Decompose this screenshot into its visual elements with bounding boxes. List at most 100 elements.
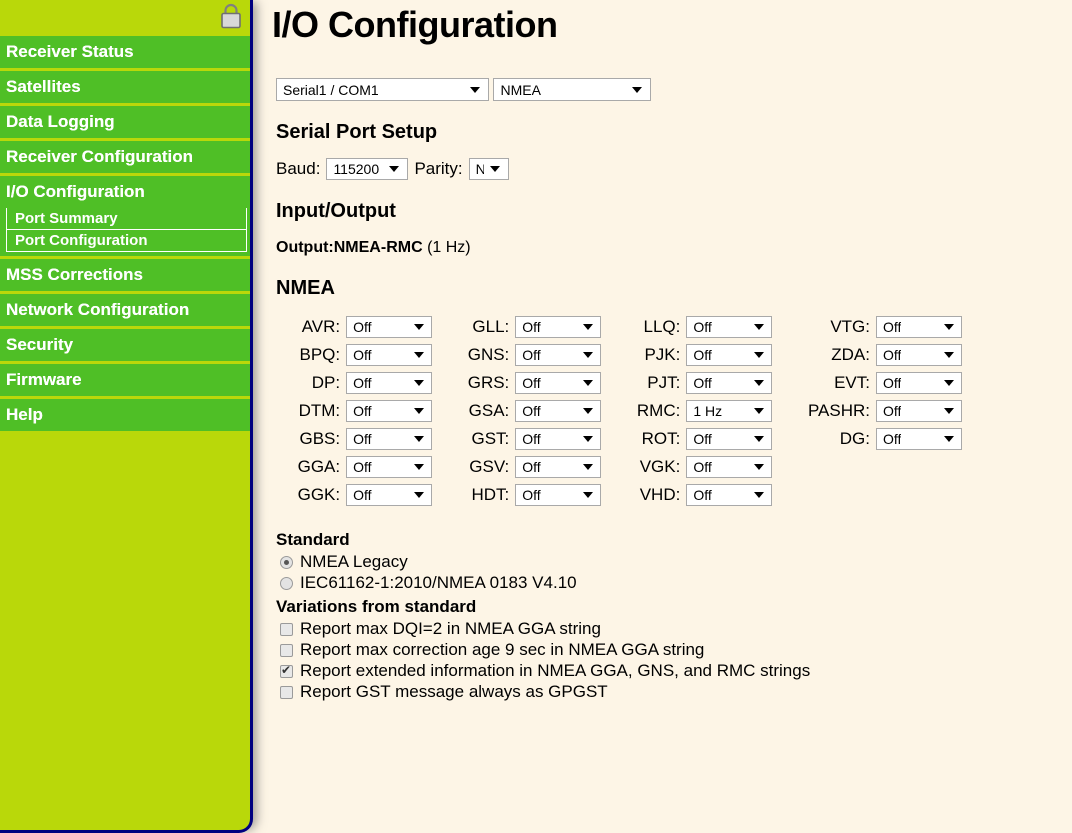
sidebar-item-satellites[interactable]: Satellites <box>0 71 250 103</box>
nmea-label-llq: LLQ: <box>643 317 681 336</box>
protocol-select-value: NMEA <box>500 81 541 98</box>
nmea-select-value-pjt: Off <box>693 375 712 391</box>
sidebar-item-mss-corrections[interactable]: MSS Corrections <box>0 259 250 291</box>
nmea-cell-vhd: VHD: Off <box>615 484 786 506</box>
nmea-select-value-gll: Off <box>522 319 541 335</box>
checkbox-max-dqi-icon[interactable] <box>280 622 293 636</box>
nmea-label-gns: GNS: <box>467 345 510 364</box>
nmea-select-hdt[interactable]: Off <box>515 484 602 506</box>
nmea-select-gns[interactable]: Off <box>515 344 602 366</box>
radio-row-nmea-legacy[interactable]: NMEA Legacy <box>280 552 1070 572</box>
nmea-select-evt[interactable]: Off <box>876 372 962 394</box>
sidebar-item-receiver-status[interactable]: Receiver Status <box>0 36 250 68</box>
sidebar-subitem-port-configuration[interactable]: Port Configuration <box>7 230 246 251</box>
chevron-down-icon <box>470 86 480 93</box>
nmea-select-value-gns: Off <box>522 347 541 363</box>
nmea-select-zda[interactable]: Off <box>876 344 962 366</box>
nmea-select-gga[interactable]: Off <box>346 456 433 478</box>
nmea-select-pjt[interactable]: Off <box>686 372 773 394</box>
nmea-select-gsv[interactable]: Off <box>515 456 602 478</box>
nmea-select-value-hdt: Off <box>522 487 541 503</box>
checkbox-correction-age-icon[interactable] <box>280 643 293 657</box>
nmea-select-pjk[interactable]: Off <box>686 344 773 366</box>
nmea-cell-vgk: VGK: Off <box>615 456 786 478</box>
nmea-select-grs[interactable]: Off <box>515 372 602 394</box>
chevron-down-icon <box>414 352 425 358</box>
sidebar-item-data-logging[interactable]: Data Logging <box>0 106 250 138</box>
nmea-cell-gga: GGA: Off <box>276 456 446 478</box>
baud-select-value: 115200 <box>333 161 380 177</box>
chevron-down-icon <box>583 380 594 386</box>
chevron-down-icon <box>583 408 594 414</box>
nmea-select-bpq[interactable]: Off <box>346 344 433 366</box>
nmea-label-ggk: GGK: <box>297 485 341 504</box>
chevron-down-icon <box>754 352 765 358</box>
radio-iec61162-icon[interactable] <box>280 576 293 590</box>
chevron-down-icon <box>389 166 400 172</box>
checkbox-gst-gpgst-label: Report GST message always as GPGST <box>300 682 608 701</box>
variations-options: Report max DQI=2 in NMEA GGA string Repo… <box>270 619 1070 702</box>
nmea-select-avr[interactable]: Off <box>346 316 433 338</box>
sidebar-submenu-io-configuration: Port Summary Port Configuration <box>0 208 250 256</box>
lock-icon[interactable] <box>220 3 242 29</box>
checkbox-gst-gpgst-icon[interactable] <box>280 685 293 699</box>
nmea-select-rmc[interactable]: 1 Hz <box>686 400 773 422</box>
nmea-cell-bpq: BPQ: Off <box>276 344 446 366</box>
radio-nmea-legacy-icon[interactable] <box>280 555 293 569</box>
radio-row-iec61162[interactable]: IEC61162-1:2010/NMEA 0183 V4.10 <box>280 573 1070 593</box>
nmea-select-vhd[interactable]: Off <box>686 484 773 506</box>
nmea-select-gll[interactable]: Off <box>515 316 602 338</box>
sidebar: Receiver Status Satellites Data Logging … <box>0 0 253 833</box>
nmea-select-value-ggk: Off <box>353 487 372 503</box>
checkbox-row-correction-age[interactable]: Report max correction age 9 sec in NMEA … <box>280 640 1070 660</box>
chevron-down-icon <box>414 436 425 442</box>
sidebar-item-firmware[interactable]: Firmware <box>0 364 250 396</box>
chevron-down-icon <box>944 324 954 330</box>
nmea-select-ggk[interactable]: Off <box>346 484 433 506</box>
parity-select[interactable]: N <box>468 158 509 180</box>
chevron-down-icon <box>754 492 765 498</box>
checkbox-row-max-dqi[interactable]: Report max DQI=2 in NMEA GGA string <box>280 619 1070 639</box>
checkbox-extended-info-icon[interactable] <box>280 663 293 678</box>
nmea-label-vgk: VGK: <box>639 457 681 476</box>
nmea-select-gsa[interactable]: Off <box>515 400 602 422</box>
baud-select[interactable]: 115200 <box>326 158 409 180</box>
nmea-label-gsa: GSA: <box>468 401 510 420</box>
port-select[interactable]: Serial1 / COM1 <box>276 78 489 101</box>
checkbox-row-gst-gpgst[interactable]: Report GST message always as GPGST <box>280 682 1070 702</box>
nmea-label-dp: DP: <box>311 373 341 392</box>
checkbox-row-extended-info[interactable]: Report extended information in NMEA GGA,… <box>280 661 1070 681</box>
nmea-select-value-pashr: Off <box>883 403 902 419</box>
nmea-select-gst[interactable]: Off <box>515 428 602 450</box>
nmea-select-value-avr: Off <box>353 319 372 335</box>
nmea-select-vtg[interactable]: Off <box>876 316 962 338</box>
protocol-select[interactable]: NMEA <box>493 78 652 101</box>
standard-heading: Standard <box>276 530 350 549</box>
nmea-select-vgk[interactable]: Off <box>686 456 773 478</box>
nmea-select-dtm[interactable]: Off <box>346 400 433 422</box>
nmea-cell-dp: DP: Off <box>276 372 446 394</box>
nmea-select-rot[interactable]: Off <box>686 428 773 450</box>
nmea-cell-gll: GLL: Off <box>446 316 615 338</box>
sidebar-item-network-configuration[interactable]: Network Configuration <box>0 294 250 326</box>
chevron-down-icon <box>414 408 425 414</box>
sidebar-item-io-configuration[interactable]: I/O Configuration <box>0 176 250 208</box>
sidebar-subitem-port-summary[interactable]: Port Summary <box>7 208 246 230</box>
sidebar-item-receiver-configuration[interactable]: Receiver Configuration <box>0 141 250 173</box>
nmea-select-value-gst: Off <box>522 431 541 447</box>
port-select-value: Serial1 / COM1 <box>283 81 379 98</box>
nmea-cell-gst: GST: Off <box>446 428 615 450</box>
nmea-select-dg[interactable]: Off <box>876 428 962 450</box>
nmea-select-llq[interactable]: Off <box>686 316 773 338</box>
sidebar-item-help[interactable]: Help <box>0 399 250 431</box>
nmea-cell-pjk: PJK: Off <box>615 344 786 366</box>
nmea-label-dtm: DTM: <box>298 401 341 420</box>
nmea-select-gbs[interactable]: Off <box>346 428 433 450</box>
variations-heading: Variations from standard <box>276 597 477 616</box>
nmea-select-dp[interactable]: Off <box>346 372 433 394</box>
nmea-select-pashr[interactable]: Off <box>876 400 962 422</box>
sidebar-item-security[interactable]: Security <box>0 329 250 361</box>
nmea-cell-empty <box>786 484 976 506</box>
nmea-select-value-rmc: 1 Hz <box>693 403 723 419</box>
nmea-cell-vtg: VTG: Off <box>786 316 976 338</box>
